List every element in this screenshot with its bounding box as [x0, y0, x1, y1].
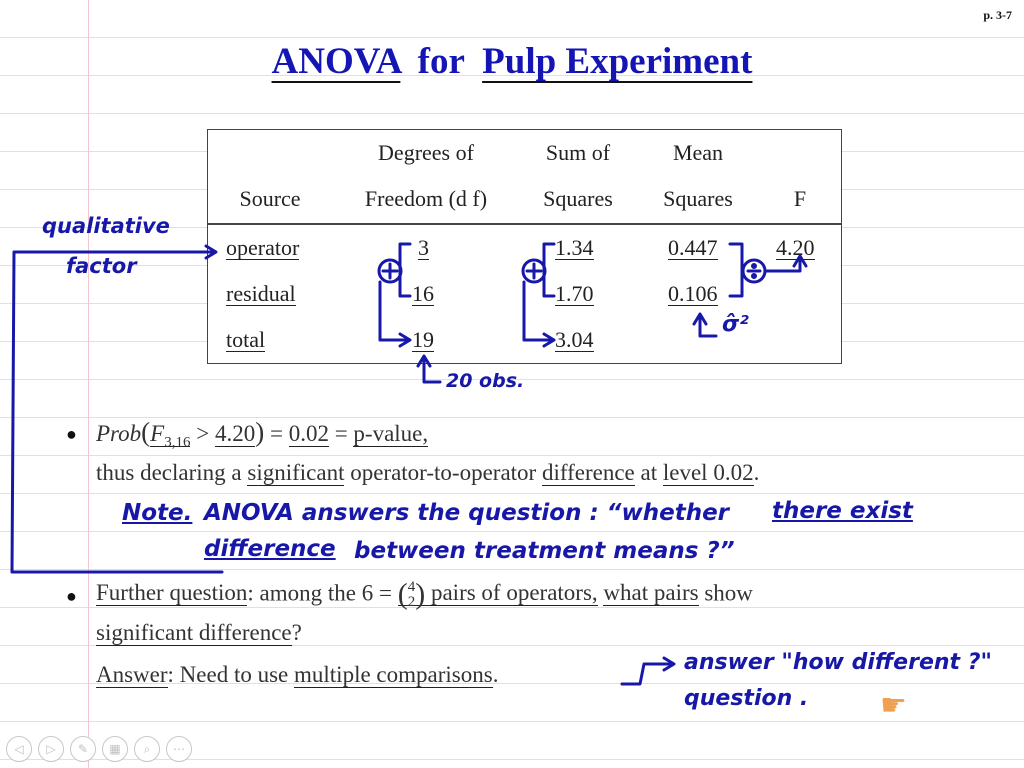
viewer-nav-bar: ◁ ▷ ✎ ▦ ⌕ ⋯ — [6, 736, 192, 764]
ms-bracket — [728, 242, 744, 298]
pages-icon[interactable]: ▦ — [102, 736, 128, 762]
prev-icon[interactable]: ◁ — [6, 736, 32, 762]
ink-strokes — [10, 242, 808, 686]
left-bracket-stroke — [10, 250, 224, 574]
answer-arrow — [620, 662, 674, 686]
dof-total-arrow — [378, 280, 410, 342]
pen-icon[interactable]: ✎ — [70, 736, 96, 762]
zoom-icon[interactable]: ⌕ — [134, 736, 160, 762]
ss-total-arrow — [522, 280, 554, 342]
next-icon[interactable]: ▷ — [38, 736, 64, 762]
more-icon[interactable]: ⋯ — [166, 736, 192, 762]
pointer-hand-icon: ☛ — [880, 689, 907, 722]
